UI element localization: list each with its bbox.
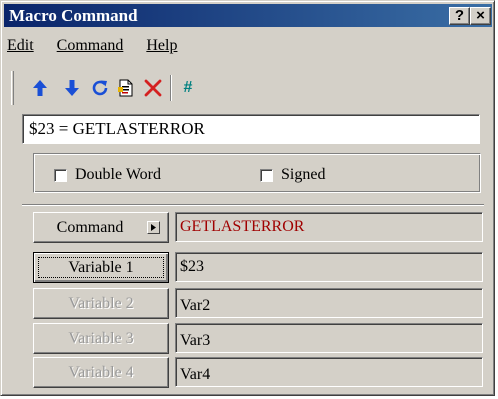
double-word-label: Double Word xyxy=(75,166,161,183)
variable-2-label: Variable 2 xyxy=(68,294,134,312)
command-line-field[interactable]: $23 = GETLASTERROR xyxy=(22,114,480,144)
variable-3-label: Variable 3 xyxy=(68,329,134,347)
title-bar: Macro Command xyxy=(4,4,492,27)
menu-help-label: Help xyxy=(146,37,178,54)
variable-4-button[interactable]: Variable 4 xyxy=(33,357,169,388)
menu-help[interactable]: Help xyxy=(146,37,177,54)
signed-checkbox[interactable]: Signed xyxy=(260,166,325,184)
focus-ring xyxy=(38,257,164,278)
play-arrow-icon xyxy=(147,221,160,234)
help-button[interactable]: ? xyxy=(449,7,470,25)
double-word-checkbox-box[interactable] xyxy=(54,168,67,182)
menu-command-label: Command xyxy=(56,37,124,54)
options-group: Double Word Signed xyxy=(33,153,481,193)
command-button[interactable]: Command xyxy=(33,212,169,243)
macro-command-window: Macro Command ? × Edit Command Help # $2… xyxy=(0,0,495,396)
move-down-icon[interactable] xyxy=(61,77,83,99)
window-title: Macro Command xyxy=(9,6,138,25)
variable-4-field[interactable]: Var4 xyxy=(175,357,483,387)
delete-icon[interactable] xyxy=(142,77,164,99)
toolbar-grip[interactable] xyxy=(11,71,14,105)
command-value-field[interactable]: GETLASTERROR xyxy=(175,212,483,242)
move-up-icon[interactable] xyxy=(29,77,51,99)
variable-2-field[interactable]: Var2 xyxy=(175,288,483,318)
variable-4-label: Variable 4 xyxy=(68,363,134,381)
variable-3-button[interactable]: Variable 3 xyxy=(33,323,169,354)
menu-edit[interactable]: Edit xyxy=(7,37,34,54)
document-icon[interactable] xyxy=(115,77,137,99)
variable-1-field[interactable]: $23 xyxy=(175,252,483,282)
signed-checkbox-box[interactable] xyxy=(260,168,273,182)
signed-label: Signed xyxy=(281,166,326,183)
menu-command[interactable]: Command xyxy=(57,37,124,54)
variable-1-button[interactable]: Variable 1 xyxy=(33,252,169,283)
toolbar-separator xyxy=(170,75,172,101)
hash-icon[interactable]: # xyxy=(177,77,199,99)
command-button-label: Command xyxy=(56,218,124,236)
double-word-checkbox[interactable]: Double Word xyxy=(54,166,161,184)
close-button[interactable]: × xyxy=(470,7,491,25)
refresh-icon[interactable] xyxy=(89,77,111,99)
variable-2-button[interactable]: Variable 2 xyxy=(33,288,169,319)
menu-bar: Edit Command Help xyxy=(4,37,183,61)
variable-3-field[interactable]: Var3 xyxy=(175,323,483,353)
menu-edit-label: Edit xyxy=(7,37,34,54)
section-divider xyxy=(22,204,484,206)
